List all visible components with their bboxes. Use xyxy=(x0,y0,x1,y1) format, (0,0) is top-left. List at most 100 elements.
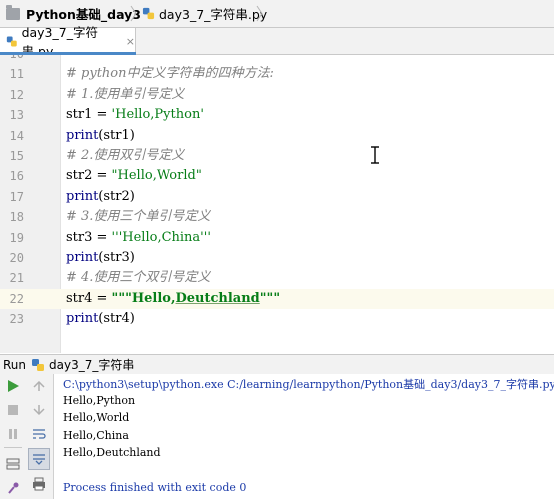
code-line[interactable]: 11 # python中定义字符串的四种方法: xyxy=(0,64,554,84)
line-number: 16 xyxy=(9,169,24,184)
code-assignment: str4 = xyxy=(66,290,112,306)
code-text: # 4.使用三个双引号定义 xyxy=(66,268,210,288)
code-text: str3 = '''Hello,China''' xyxy=(66,228,211,248)
line-number: 17 xyxy=(9,189,24,204)
line-number: 23 xyxy=(9,312,24,327)
print-button[interactable] xyxy=(29,474,49,494)
pause-button[interactable] xyxy=(3,424,23,444)
line-number: 18 xyxy=(9,210,24,225)
code-args: (str4) xyxy=(98,311,135,327)
console-toolbar xyxy=(26,374,54,499)
stop-button[interactable] xyxy=(3,400,23,420)
code-text: str1 = 'Hello,Python' xyxy=(66,105,204,125)
python-file-icon xyxy=(32,358,45,371)
run-toolbar xyxy=(0,374,27,499)
play-icon xyxy=(8,380,19,392)
editor-tabs: day3_7_字符串.py × xyxy=(0,25,554,59)
stop-icon xyxy=(8,405,18,415)
line-number: 10 xyxy=(0,55,24,64)
run-config-name[interactable]: day3_7_字符串 xyxy=(49,356,134,373)
layout-button[interactable] xyxy=(3,454,23,474)
console-exit-status: Process finished with exit code 0 xyxy=(63,481,247,494)
code-string: """Hello, xyxy=(111,290,176,306)
pin-button[interactable] xyxy=(3,478,23,498)
breadcrumb-file[interactable]: day3_7_字符串.py xyxy=(142,4,267,23)
code-line[interactable]: 15 # 2.使用双引号定义 xyxy=(0,146,554,166)
python-file-icon xyxy=(6,36,17,46)
tab-day3-7[interactable]: day3_7_字符串.py × xyxy=(0,25,136,59)
print-icon xyxy=(33,477,45,491)
console-output-line: Hello,Deutchland xyxy=(63,446,161,459)
console-output-line: Hello,China xyxy=(63,429,129,442)
rerun-button[interactable] xyxy=(3,376,23,396)
code-line[interactable]: 12 # 1.使用单引号定义 xyxy=(0,85,554,105)
line-number: 11 xyxy=(9,67,24,82)
code-text: # python中定义字符串的四种方法: xyxy=(66,64,274,84)
code-function: print xyxy=(66,311,99,327)
code-string: "Hello,World" xyxy=(111,168,202,184)
code-comment: # python中定义字符串的四种方法: xyxy=(66,66,274,82)
code-text: str4 = """Hello,Deutchland""" xyxy=(66,289,280,309)
python-file-icon xyxy=(142,7,155,20)
code-string: """ xyxy=(259,290,281,306)
code-line[interactable]: 10 xyxy=(0,55,554,64)
code-line[interactable]: 23 print(str4) xyxy=(0,309,554,329)
run-label: Run xyxy=(3,357,27,372)
layout-icon xyxy=(6,458,20,470)
pause-icon xyxy=(9,429,17,439)
code-assignment: str2 = xyxy=(66,168,112,184)
scroll-up-button[interactable] xyxy=(29,376,49,396)
scroll-down-button[interactable] xyxy=(29,400,49,420)
code-line[interactable]: 18 # 3.使用三个单引号定义 xyxy=(0,207,554,227)
line-number: 14 xyxy=(9,128,24,143)
code-text: print(str4) xyxy=(66,309,135,329)
code-string: 'Hello,Python' xyxy=(111,107,204,123)
code-editor[interactable]: 10 11 # python中定义字符串的四种方法: 12 # 1.使用单引号定义 13 s… xyxy=(0,55,554,353)
code-comment: # 3.使用三个单引号定义 xyxy=(66,209,211,225)
line-number: 12 xyxy=(9,87,24,102)
code-line[interactable]: 22 str4 = """Hello,Deutchland""" xyxy=(0,288,554,310)
line-number: 21 xyxy=(9,271,24,286)
run-panel-header: Run day3_7_字符串 xyxy=(0,354,554,375)
code-text: print(str3) xyxy=(66,248,135,268)
code-text: # 3.使用三个单引号定义 xyxy=(66,207,210,227)
code-string: '''Hello,China''' xyxy=(111,229,211,245)
console-output-line: Hello,World xyxy=(63,411,130,424)
code-line[interactable]: 17 print(str2) xyxy=(0,187,554,207)
code-function: print xyxy=(66,250,99,265)
code-line[interactable]: 21 # 4.使用三个双引号定义 xyxy=(0,268,554,288)
code-function: print xyxy=(66,188,99,204)
code-function: print xyxy=(66,127,99,143)
line-number: 13 xyxy=(9,108,24,123)
code-assignment: str1 = xyxy=(66,107,112,123)
code-line[interactable]: 19 str3 = '''Hello,China''' xyxy=(0,228,554,248)
code-comment: # 4.使用三个双引号定义 xyxy=(66,270,211,286)
close-icon[interactable]: × xyxy=(126,35,135,48)
toolbar-divider xyxy=(4,447,22,448)
arrow-up-icon xyxy=(33,380,45,391)
code-text: print(str1) xyxy=(66,126,135,146)
code-assignment: str3 = xyxy=(66,229,112,245)
code-text: print(str2) xyxy=(66,187,135,207)
code-args: (str1) xyxy=(98,127,135,143)
console-command-line: C:\python3\setup\python.exe C:/learning/… xyxy=(63,378,554,391)
code-line[interactable]: 14 print(str1) xyxy=(0,126,554,146)
breadcrumb-separator-icon xyxy=(256,4,264,23)
code-comment: # 2.使用双引号定义 xyxy=(66,148,185,163)
soft-wrap-button[interactable] xyxy=(29,424,49,444)
code-line[interactable]: 20 print(str3) xyxy=(0,248,554,268)
breadcrumb-project-label: Python基础_day3 xyxy=(26,7,141,22)
breadcrumb-project[interactable]: Python基础_day3 xyxy=(6,4,141,23)
code-args: (str3) xyxy=(98,250,135,265)
code-comment: # 1.使用单引号定义 xyxy=(66,86,185,102)
run-console[interactable]: C:\python3\setup\python.exe C:/learning/… xyxy=(54,374,554,499)
code-line[interactable]: 16 str2 = "Hello,World" xyxy=(0,166,554,186)
folder-icon xyxy=(6,4,20,20)
line-number: 19 xyxy=(9,230,24,245)
code-line[interactable]: 13 str1 = 'Hello,Python' xyxy=(0,105,554,125)
code-text: str2 = "Hello,World" xyxy=(66,166,202,186)
pin-icon xyxy=(8,482,19,494)
breadcrumb-separator-icon xyxy=(130,4,138,23)
code-text: # 1.使用单引号定义 xyxy=(66,85,184,105)
scroll-to-end-button[interactable] xyxy=(28,448,50,470)
